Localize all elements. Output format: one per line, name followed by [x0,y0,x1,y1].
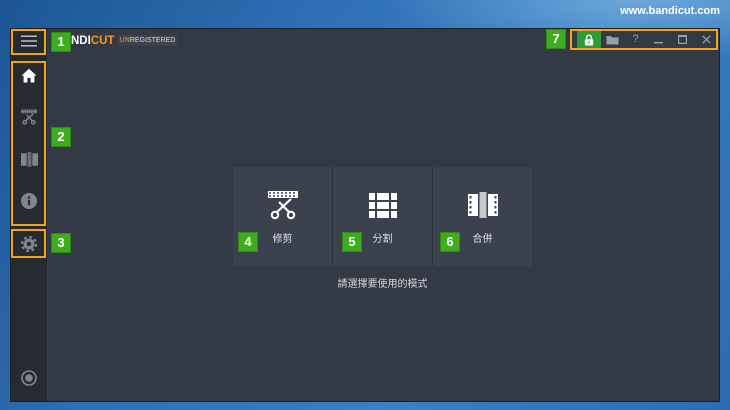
film-join-icon [20,151,38,167]
app-window: NDICUT UNREGISTERED ? 修剪 分割 合併 請選擇要使用的模式 [10,28,720,402]
logo-main-text: NDI [71,35,91,47]
maximize-button[interactable] [670,31,694,48]
open-folder-button[interactable] [601,31,624,48]
mode-tile-cut[interactable]: 修剪 [233,167,332,266]
film-join-icon [467,192,498,218]
settings-button[interactable] [11,229,47,259]
help-button[interactable]: ? [624,31,647,48]
scissors-film-icon [21,109,37,125]
minimize-button[interactable] [647,31,670,48]
mode-label: 分割 [372,234,393,245]
menu-button[interactable] [11,29,47,52]
mode-tile-split[interactable]: 分割 [333,167,432,266]
logo-accent-text: CUT [90,35,115,47]
maximize-icon [677,35,687,44]
mode-label: 合併 [472,234,493,245]
window-controls: ? [577,31,718,48]
info-icon [21,193,37,209]
mode-selector: 修剪 分割 合併 [233,167,532,266]
website-url: www.bandicut.com [620,5,720,17]
mode-prompt: 請選擇要使用的模式 [337,279,428,290]
scissors-film-icon [267,191,298,220]
license-accent-text: UN [119,37,130,44]
close-button[interactable] [694,31,718,48]
home-icon [21,68,37,82]
license-rest-text: REGISTERED [129,37,176,44]
close-icon [701,35,711,44]
lock-icon [584,33,594,45]
sidebar-item-join[interactable] [11,138,47,180]
record-icon [21,370,37,386]
record-button[interactable] [11,364,47,392]
app-logo: NDICUT [71,35,114,47]
license-status-badge: UNREGISTERED [118,35,177,46]
minimize-icon [654,42,663,44]
mode-label: 修剪 [272,234,293,245]
gear-icon [21,236,37,252]
mode-tile-join[interactable]: 合併 [433,167,532,266]
sidebar [11,29,47,401]
sidebar-item-home[interactable] [11,54,47,96]
folder-icon [606,35,619,44]
sidebar-item-info[interactable] [11,180,47,222]
sidebar-item-cut[interactable] [11,96,47,138]
lock-button[interactable] [577,31,601,48]
hamburger-menu-icon [21,35,37,46]
split-grid-icon [368,193,397,218]
